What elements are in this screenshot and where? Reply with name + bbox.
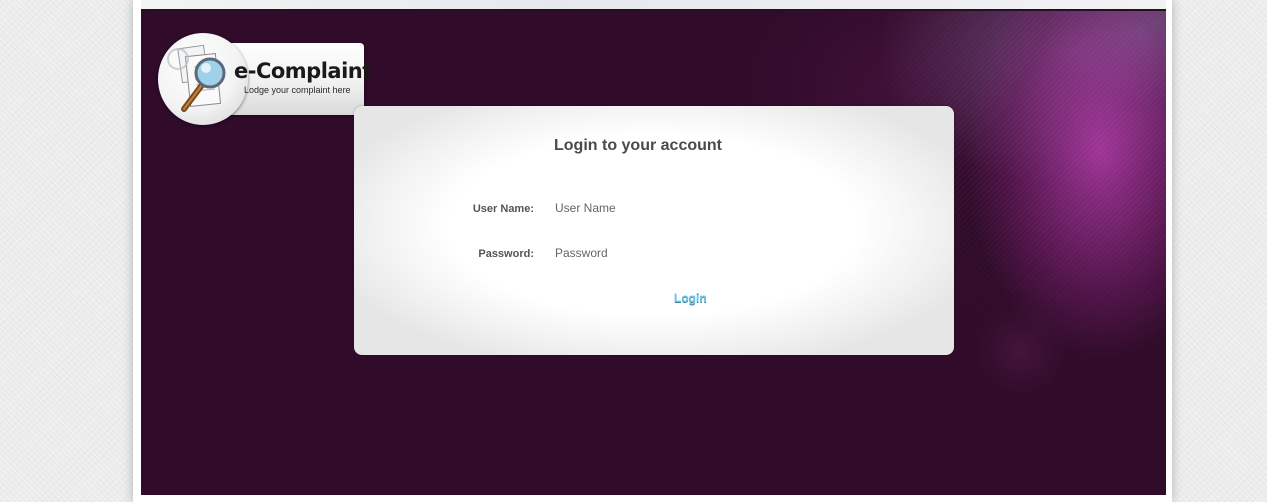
password-label: Password: <box>478 248 534 260</box>
username-field[interactable] <box>555 198 755 218</box>
login-button[interactable]: Login <box>674 291 707 305</box>
logo-tagline: Lodge your complaint here <box>244 85 351 95</box>
username-label: User Name: <box>472 203 534 215</box>
login-form: Login to your account User Name: Passwor… <box>354 106 954 355</box>
site-logo: e-Complaint Lodge your complaint here <box>158 33 372 125</box>
password-field[interactable] <box>555 243 755 263</box>
logo-title: e-Complaint <box>234 59 372 83</box>
top-strip <box>141 0 1166 9</box>
login-title: Login to your account <box>554 137 722 154</box>
bottom-strip <box>141 495 1166 502</box>
